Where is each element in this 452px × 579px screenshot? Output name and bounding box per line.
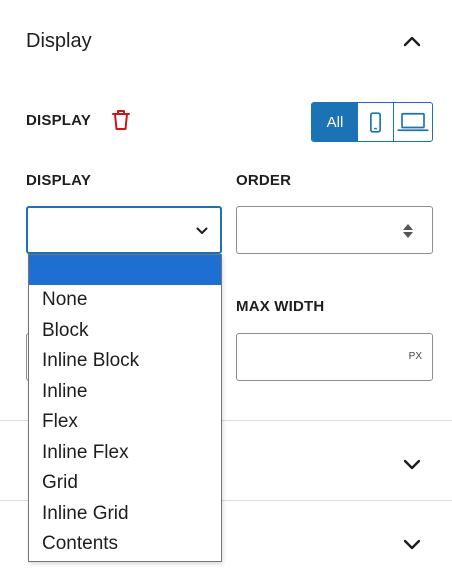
device-desktop-button[interactable]	[394, 103, 432, 141]
display-select[interactable]	[26, 206, 222, 254]
chevron-down-icon	[196, 227, 208, 234]
display-row-label: DISPLAY	[26, 112, 92, 129]
section-title: Display	[26, 30, 92, 52]
dropdown-option[interactable]: Inline	[29, 377, 221, 408]
unit-label: PX	[408, 351, 422, 362]
display-panel: Display DISPLAY All DISPLAY ORDER MAX WI…	[0, 0, 452, 579]
max-width-label: MAX WIDTH	[236, 298, 325, 315]
trash-icon[interactable]	[111, 108, 131, 132]
chevron-down-icon	[403, 539, 421, 550]
max-width-input[interactable]: PX	[236, 333, 433, 381]
dropdown-option[interactable]: Grid	[29, 468, 221, 499]
dropdown-option[interactable]	[29, 255, 221, 285]
expand-section-button[interactable]	[397, 449, 427, 479]
device-all-button[interactable]: All	[312, 103, 358, 141]
display-dropdown-list: None Block Inline Block Inline Flex Inli…	[28, 254, 222, 562]
chevron-up-icon	[403, 36, 421, 47]
dropdown-option[interactable]: Inline Grid	[29, 499, 221, 530]
spinner-arrows-icon[interactable]	[402, 221, 414, 241]
dropdown-option[interactable]: Inline Flex	[29, 438, 221, 469]
expand-section-button[interactable]	[397, 529, 427, 559]
device-mobile-button[interactable]	[358, 103, 394, 141]
dropdown-option[interactable]: Flex	[29, 407, 221, 438]
laptop-icon	[397, 112, 429, 132]
dropdown-option[interactable]: Inline Block	[29, 346, 221, 377]
dropdown-option[interactable]: Block	[29, 316, 221, 347]
dropdown-option[interactable]: Contents	[29, 529, 221, 560]
dropdown-option[interactable]: None	[29, 285, 221, 316]
order-field-label: ORDER	[236, 172, 292, 189]
device-toggle-group: All	[311, 102, 433, 142]
order-input[interactable]	[236, 206, 433, 254]
display-field-label: DISPLAY	[26, 172, 92, 189]
chevron-down-icon	[403, 459, 421, 470]
collapse-section-button[interactable]	[397, 26, 427, 56]
mobile-icon	[370, 111, 381, 133]
